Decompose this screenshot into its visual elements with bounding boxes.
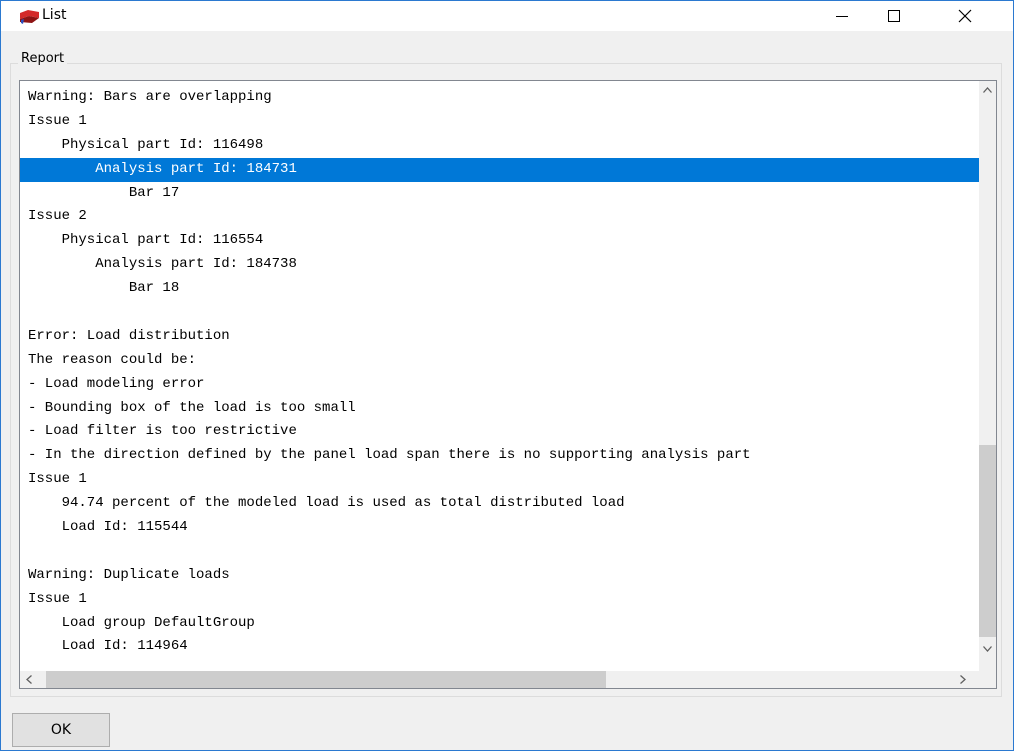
report-line[interactable]: Issue 1 bbox=[20, 468, 979, 492]
close-icon bbox=[958, 9, 972, 23]
report-line[interactable]: Load Id: 115544 bbox=[20, 516, 979, 540]
report-line[interactable]: Warning: Duplicate loads bbox=[20, 564, 979, 588]
report-line[interactable]: Issue 2 bbox=[20, 205, 979, 229]
report-line[interactable]: 94.74 percent of the modeled load is use… bbox=[20, 492, 979, 516]
report-line[interactable]: Warning: Bars are overlapping bbox=[20, 86, 979, 110]
report-line[interactable]: Physical part Id: 116498 bbox=[20, 134, 979, 158]
report-line[interactable]: - Load filter is too restrictive bbox=[20, 420, 979, 444]
window-title: List bbox=[42, 7, 67, 23]
report-line[interactable]: Issue 1 bbox=[20, 110, 979, 134]
ok-button[interactable]: OK bbox=[12, 713, 110, 747]
report-line[interactable]: Issue 1 bbox=[20, 588, 979, 612]
report-line[interactable]: Analysis part Id: 184731 bbox=[20, 157, 979, 182]
report-group-label: Report bbox=[18, 51, 68, 66]
app-icon bbox=[20, 10, 39, 24]
report-lines: Warning: Bars are overlapping Issue 1 Phy… bbox=[20, 86, 979, 666]
horizontal-scrollbar[interactable] bbox=[20, 671, 979, 688]
report-line[interactable] bbox=[20, 540, 979, 564]
maximize-button[interactable] bbox=[871, 1, 917, 31]
close-button[interactable] bbox=[942, 1, 988, 31]
scroll-down-arrow-icon[interactable] bbox=[983, 646, 992, 652]
scroll-left-arrow-icon[interactable] bbox=[26, 675, 32, 684]
report-line[interactable] bbox=[20, 301, 979, 325]
scroll-right-arrow-icon[interactable] bbox=[960, 675, 966, 684]
maximize-icon bbox=[888, 10, 900, 22]
minimize-button[interactable] bbox=[819, 1, 865, 31]
minimize-icon bbox=[836, 16, 848, 17]
report-line[interactable]: Physical part Id: 116554 bbox=[20, 229, 979, 253]
scroll-up-arrow-icon[interactable] bbox=[983, 87, 992, 93]
report-line[interactable]: Analysis part Id: 184738 bbox=[20, 253, 979, 277]
vertical-scroll-thumb[interactable] bbox=[979, 445, 996, 637]
report-line[interactable]: - Bounding box of the load is too small bbox=[20, 397, 979, 421]
list-window: List Report Warning: Bars are overlappin… bbox=[0, 0, 1014, 751]
report-listbox[interactable]: Warning: Bars are overlapping Issue 1 Phy… bbox=[19, 80, 997, 689]
report-line[interactable]: - In the direction defined by the panel … bbox=[20, 444, 979, 468]
title-bar[interactable]: List bbox=[1, 1, 1013, 31]
report-line[interactable]: - Load modeling error bbox=[20, 373, 979, 397]
report-line[interactable]: Bar 17 bbox=[20, 182, 979, 206]
report-line[interactable]: Load Id: 114964 bbox=[20, 635, 979, 659]
report-line[interactable]: Bar 18 bbox=[20, 277, 979, 301]
scrollbar-corner bbox=[979, 671, 996, 688]
report-line[interactable]: The reason could be: bbox=[20, 349, 979, 373]
report-line[interactable]: Error: Load distribution bbox=[20, 325, 979, 349]
horizontal-scroll-thumb[interactable] bbox=[46, 671, 606, 688]
report-line[interactable]: Load group DefaultGroup bbox=[20, 612, 979, 636]
vertical-scrollbar[interactable] bbox=[979, 81, 996, 671]
